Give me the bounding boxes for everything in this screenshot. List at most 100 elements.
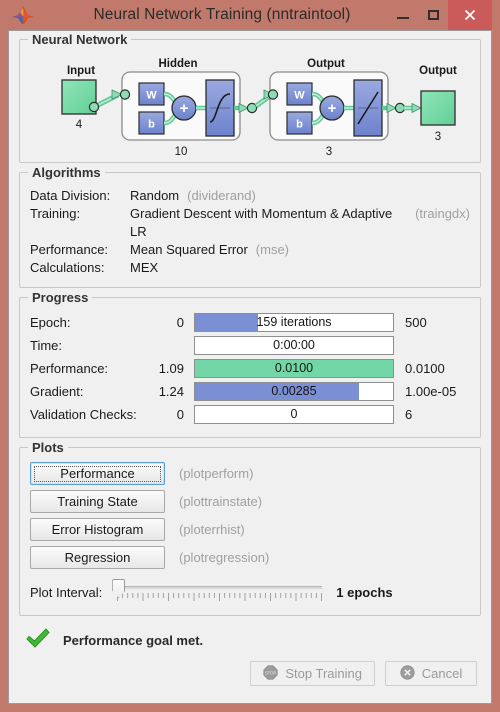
- stop-training-button[interactable]: STOP Stop Training: [250, 661, 375, 686]
- svg-text:Hidden: Hidden: [159, 58, 198, 70]
- plot-button-label: Training State: [57, 494, 138, 509]
- close-icon: [464, 9, 476, 21]
- algorithm-row: Calculations: MEX: [30, 259, 470, 277]
- svg-text:+: +: [328, 100, 337, 117]
- algorithms-body: Data Division: Random (dividerand) Training…: [20, 173, 480, 287]
- algorithm-function-name: (dividerand): [187, 188, 256, 203]
- progress-bar-text: 0: [290, 407, 298, 421]
- plots-group: Plots Performance (plotperform) Training S…: [19, 440, 481, 616]
- progress-bar-text: 0:00:00: [273, 338, 315, 352]
- plot-row: Performance (plotperform): [30, 462, 470, 485]
- plot-buttons-list: Performance (plotperform) Training State (p…: [30, 462, 470, 569]
- progress-label: Epoch:: [30, 314, 71, 330]
- slider-ticks: [117, 593, 323, 601]
- progress-bar-text: 159 iterations: [256, 315, 332, 329]
- plot-function-name: (plotregression): [179, 550, 270, 565]
- cancel-button[interactable]: Cancel: [385, 661, 477, 686]
- algorithm-label: Performance:: [30, 242, 109, 257]
- svg-text:+: +: [180, 100, 189, 117]
- cancel-label: Cancel: [421, 666, 463, 681]
- progress-start-value: 1.09: [158, 360, 184, 376]
- green-check-icon: [25, 627, 51, 654]
- algorithm-function-name: (traingdx): [415, 206, 470, 221]
- progress-bar: 159 iterations: [194, 312, 394, 332]
- neural-network-group: Neural Network Input Hidden Output Outpu…: [19, 32, 481, 163]
- plot-interval-label: Plot Interval:: [30, 584, 103, 600]
- circle-x-icon: [400, 664, 415, 683]
- plot-row: Training State (plottrainstate): [30, 490, 470, 513]
- network-diagram: Input Hidden Output Output 4 W b + 10 W …: [26, 50, 474, 162]
- progress-bar: 0.00285: [194, 381, 394, 401]
- plot-interval-row: Plot Interval: 1 epochs: [30, 579, 470, 605]
- progress-bar: 0.0100: [194, 358, 394, 378]
- progress-bar: 0: [194, 404, 394, 424]
- status-row: Performance goal met.: [19, 625, 481, 655]
- algorithm-value: Random: [130, 188, 180, 203]
- progress-end-value: 500: [405, 314, 427, 330]
- progress-start-value: 1.24: [158, 383, 184, 399]
- svg-text:Output: Output: [419, 65, 457, 77]
- progress-row: Performance: 1.09 0.0100 0.0100: [30, 358, 470, 378]
- progress-row: Epoch: 0 159 iterations 500: [30, 312, 470, 332]
- svg-text:STOP: STOP: [265, 670, 277, 675]
- neural-network-group-title: Neural Network: [28, 32, 132, 47]
- algorithms-group-title: Algorithms: [28, 165, 105, 180]
- plot-button-label: Error Histogram: [51, 522, 144, 537]
- plot-button-error-histogram[interactable]: Error Histogram: [30, 518, 165, 541]
- algorithm-row: Training: Gradient Descent with Momentum …: [30, 205, 470, 241]
- progress-bar: 0:00:00: [194, 335, 394, 355]
- progress-label: Performance:: [30, 360, 109, 376]
- algorithm-function-name: (mse): [255, 242, 289, 257]
- svg-text:b: b: [296, 119, 303, 131]
- algorithm-label: Data Division:: [30, 188, 111, 203]
- progress-start-value: 0: [176, 314, 184, 330]
- svg-text:3: 3: [326, 146, 332, 158]
- stop-sign-icon: STOP: [263, 664, 278, 683]
- plot-function-name: (ploterrhist): [179, 522, 245, 537]
- progress-row: Validation Checks: 0 0 6: [30, 404, 470, 424]
- algorithm-value: Gradient Descent with Momentum & Adaptiv…: [130, 206, 393, 239]
- progress-end-value: 6: [405, 406, 413, 422]
- title-bar: Neural Network Training (nntraintool): [8, 0, 492, 30]
- svg-text:4: 4: [76, 119, 83, 131]
- progress-end-value: 0.0100: [405, 360, 445, 376]
- plot-button-training-state[interactable]: Training State: [30, 490, 165, 513]
- progress-body: Epoch: 0 159 iterations 500 Time: 0:00:00 Perf…: [20, 298, 480, 437]
- plot-row: Error Histogram (ploterrhist): [30, 518, 470, 541]
- algorithm-row: Data Division: Random (dividerand): [30, 187, 470, 205]
- plot-button-label: Regression: [64, 550, 131, 565]
- svg-text:10: 10: [175, 146, 188, 158]
- plot-interval-value: 1 epochs: [336, 584, 393, 600]
- svg-text:W: W: [146, 90, 157, 102]
- progress-group: Progress Epoch: 0 159 iterations 500 Time: 0:…: [19, 290, 481, 438]
- progress-label: Gradient:: [30, 383, 84, 399]
- plot-button-label: Performance: [34, 465, 161, 482]
- window-frame: Neural Network Training (nntraintool) Ne…: [0, 0, 500, 712]
- close-button[interactable]: [448, 0, 492, 30]
- algorithm-value: Mean Squared Error: [130, 242, 248, 257]
- svg-text:Output: Output: [307, 58, 345, 70]
- plot-row: Regression (plotregression): [30, 546, 470, 569]
- plot-function-name: (plottrainstate): [179, 494, 263, 509]
- maximize-button[interactable]: [418, 0, 448, 30]
- svg-text:3: 3: [435, 131, 441, 143]
- plot-button-regression[interactable]: Regression: [30, 546, 165, 569]
- status-text: Performance goal met.: [63, 632, 204, 648]
- slider-track: [117, 586, 323, 589]
- stop-training-label: Stop Training: [285, 666, 362, 681]
- algorithm-label: Training:: [30, 206, 81, 221]
- progress-end-value: 1.00e-05: [405, 383, 457, 399]
- algorithms-group: Algorithms Data Division: Random (dividera…: [19, 165, 481, 288]
- progress-bar-text: 0.0100: [274, 361, 314, 375]
- progress-start-value: 0: [176, 406, 184, 422]
- progress-row: Gradient: 1.24 0.00285 1.00e-05: [30, 381, 470, 401]
- progress-bar-text: 0.00285: [271, 384, 317, 398]
- plots-group-title: Plots: [28, 440, 68, 455]
- client-area: Neural Network Input Hidden Output Outpu…: [8, 30, 492, 704]
- minimize-button[interactable]: [388, 0, 418, 30]
- plot-interval-slider[interactable]: [110, 579, 323, 605]
- svg-text:Input: Input: [67, 65, 95, 77]
- svg-text:b: b: [148, 119, 155, 131]
- plot-function-name: (plotperform): [179, 466, 254, 481]
- plot-button-performance[interactable]: Performance: [30, 462, 165, 485]
